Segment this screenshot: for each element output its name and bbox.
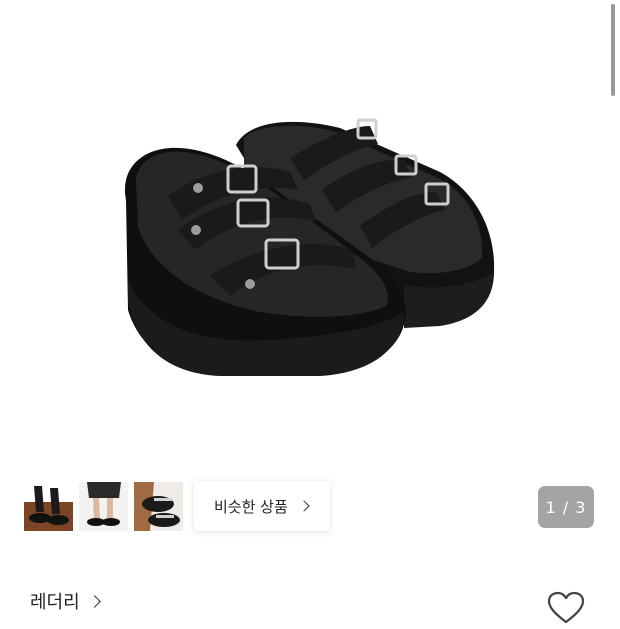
similar-products-button[interactable]: 비슷한 상품	[194, 481, 330, 531]
thumbnail-1[interactable]	[24, 481, 73, 531]
similar-products-label: 비슷한 상품	[214, 497, 288, 516]
image-page-counter: 1 / 3	[538, 486, 594, 528]
chevron-right-icon	[87, 594, 101, 608]
scrollbar[interactable]	[611, 4, 615, 96]
chevron-right-icon	[298, 500, 310, 512]
product-image[interactable]	[0, 0, 620, 470]
brand-link[interactable]: 레더리	[30, 588, 101, 614]
thumbnail-3[interactable]	[134, 481, 183, 531]
sandal-illustration	[124, 118, 495, 376]
brand-name: 레더리	[30, 592, 80, 613]
page-counter-text: 1 / 3	[545, 497, 587, 517]
thumbnail-2[interactable]	[79, 481, 128, 531]
thumbnail-strip: 비슷한 상품	[24, 481, 330, 531]
